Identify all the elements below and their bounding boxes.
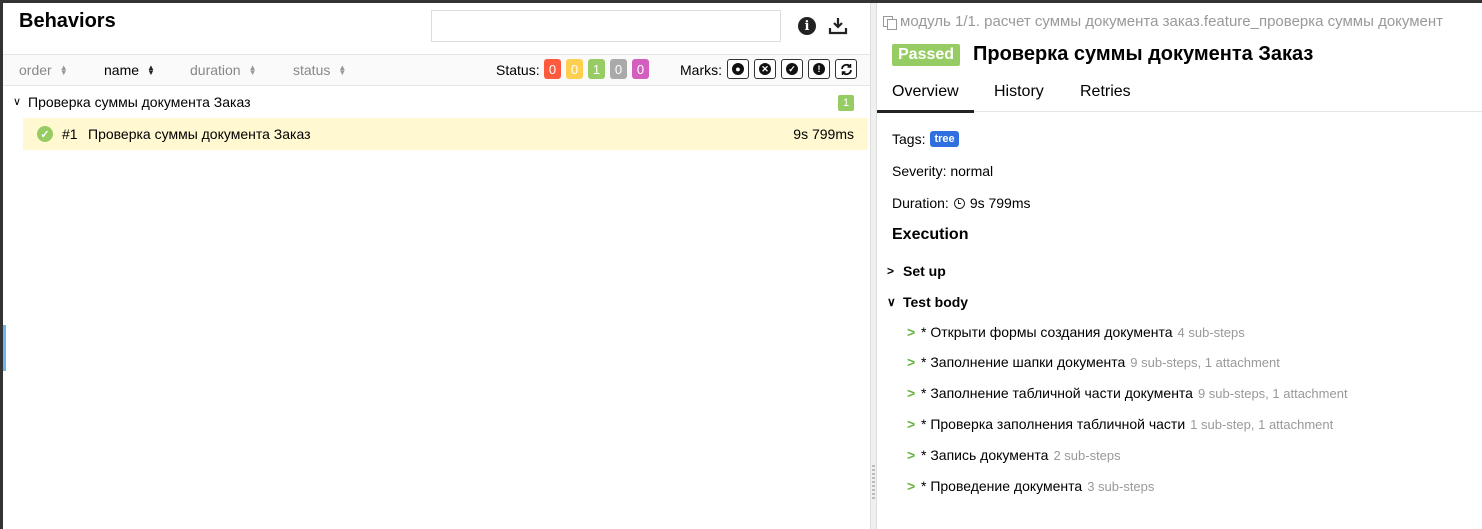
setup-section[interactable]: > Set up: [887, 263, 946, 279]
step-name: * Проверка заполнения табличной части: [921, 416, 1186, 432]
report-window: Behaviors i order ▲ ▼ name ▲ ▼ duration ▲ ▼ st…: [0, 0, 1482, 529]
test-body-section[interactable]: ∨ Test body: [887, 294, 968, 310]
test-details-panel: модуль 1/1. расчет суммы документа заказ…: [877, 3, 1482, 529]
step-item[interactable]: > * Заполнение шапки документа 9 sub-ste…: [907, 354, 1280, 370]
tab-history[interactable]: History: [994, 83, 1044, 101]
drag-handle-icon[interactable]: [872, 465, 875, 499]
tag-badge[interactable]: tree: [930, 131, 959, 147]
clock-icon: [953, 197, 965, 209]
duration-row: Duration: 9s 799ms: [892, 195, 1031, 211]
step-name: * Открыти формы создания документа: [921, 324, 1173, 340]
panel-splitter[interactable]: [870, 3, 877, 529]
sort-bar: order ▲ ▼ name ▲ ▼ duration ▲ ▼ status ▲ ▼ Statu…: [3, 54, 870, 86]
breadcrumb: модуль 1/1. расчет суммы документа заказ…: [882, 13, 1482, 30]
setup-label: Set up: [903, 263, 946, 279]
step-meta: 2 sub-steps: [1053, 447, 1121, 463]
duration-label: Duration:: [892, 195, 949, 211]
scroll-indicator: [3, 325, 6, 371]
test-number: #1: [62, 126, 78, 142]
marks-label: Marks:: [680, 62, 722, 78]
info-icon[interactable]: i: [796, 15, 818, 37]
step-meta: 1 sub-step, 1 attachment: [1190, 416, 1334, 432]
step-item[interactable]: > * Запись документа 2 sub-steps: [907, 447, 1121, 463]
status-skipped-badge[interactable]: 0: [610, 59, 627, 79]
severity-row: Severity: normal: [892, 163, 994, 179]
status-broken-badge[interactable]: 0: [566, 59, 583, 79]
sort-arrows-icon: ▲ ▼: [248, 63, 257, 77]
step-name: * Заполнение табличной части документа: [921, 385, 1193, 401]
copy-icon[interactable]: [882, 15, 897, 30]
chevron-right-icon: >: [907, 385, 916, 401]
download-icon[interactable]: [827, 15, 849, 37]
tags-row: Tags: tree: [892, 131, 959, 147]
chevron-right-icon: >: [907, 416, 916, 432]
group-count-badge: 1: [838, 95, 854, 111]
chevron-right-icon: >: [907, 354, 916, 370]
new-passed-icon[interactable]: ✓: [781, 59, 803, 79]
sort-duration[interactable]: duration ▲ ▼: [190, 62, 257, 78]
step-item[interactable]: > * Проведение документа 3 sub-steps: [907, 478, 1154, 494]
step-item[interactable]: > * Проверка заполнения табличной части …: [907, 416, 1333, 432]
sort-arrows-icon: ▲ ▼: [338, 63, 347, 77]
passed-check-icon: ✓: [37, 126, 53, 142]
sort-arrows-icon: ▲ ▼: [147, 63, 155, 77]
behavior-group[interactable]: ∨ Проверка суммы документа Заказ 1: [3, 89, 870, 117]
duration-value: 9s 799ms: [969, 195, 1031, 211]
behaviors-panel: Behaviors i order ▲ ▼ name ▲ ▼ duration ▲ ▼ st…: [0, 3, 870, 529]
tab-retries[interactable]: Retries: [1080, 83, 1131, 101]
test-name: Проверка суммы документа Заказ: [88, 126, 311, 142]
breadcrumb-text: модуль 1/1. расчет суммы документа заказ…: [900, 13, 1444, 30]
step-item[interactable]: > * Открыти формы создания документа 4 s…: [907, 324, 1245, 340]
step-meta: 9 sub-steps, 1 attachment: [1130, 354, 1280, 370]
sort-order[interactable]: order ▲ ▼: [19, 62, 68, 78]
page-title: Проверка суммы документа Заказ: [973, 43, 1314, 65]
step-item[interactable]: > * Заполнение табличной части документа…: [907, 385, 1348, 401]
status-label: Status:: [496, 62, 540, 78]
step-name: * Заполнение шапки документа: [921, 354, 1126, 370]
status-passed-badge[interactable]: 1: [588, 59, 605, 79]
chevron-right-icon: >: [907, 447, 916, 463]
tab-overview[interactable]: Overview: [877, 83, 974, 113]
new-failed-icon[interactable]: ✕: [754, 59, 776, 79]
chevron-right-icon: >: [907, 324, 916, 340]
flaky-icon[interactable]: ●: [727, 59, 749, 79]
chevron-right-icon: >: [907, 478, 916, 494]
status-failed-badge[interactable]: 0: [544, 59, 561, 79]
step-name: * Запись документа: [921, 447, 1049, 463]
new-broken-icon[interactable]: !: [808, 59, 830, 79]
search-input[interactable]: [431, 10, 781, 42]
test-body-label: Test body: [903, 294, 969, 310]
group-title: Проверка суммы документа Заказ: [28, 94, 251, 110]
behaviors-header: Behaviors i: [3, 3, 870, 53]
chevron-down-icon: ∨: [887, 295, 896, 309]
step-name: * Проведение документа: [921, 478, 1083, 494]
sort-status[interactable]: status ▲ ▼: [293, 62, 346, 78]
retries-icon[interactable]: [835, 59, 857, 79]
step-meta: 3 sub-steps: [1087, 478, 1155, 494]
details-tabs: Overview History Retries: [877, 75, 1482, 113]
test-duration: 9s 799ms: [793, 126, 854, 142]
sort-arrows-icon: ▲ ▼: [59, 63, 68, 77]
status-unknown-badge[interactable]: 0: [632, 59, 649, 79]
step-meta: 4 sub-steps: [1177, 324, 1245, 340]
sort-name[interactable]: name ▲ ▼: [104, 62, 155, 78]
execution-heading: Execution: [892, 226, 969, 243]
panel-title: Behaviors: [19, 10, 116, 32]
tags-label: Tags:: [892, 131, 926, 147]
status-badge: Passed: [892, 44, 961, 66]
chevron-right-icon: >: [887, 264, 895, 278]
step-meta: 9 sub-steps, 1 attachment: [1197, 385, 1348, 401]
test-row[interactable]: ✓ #1 Проверка суммы документа Заказ 9s 7…: [23, 118, 868, 150]
chevron-down-icon: ∨: [13, 96, 22, 108]
